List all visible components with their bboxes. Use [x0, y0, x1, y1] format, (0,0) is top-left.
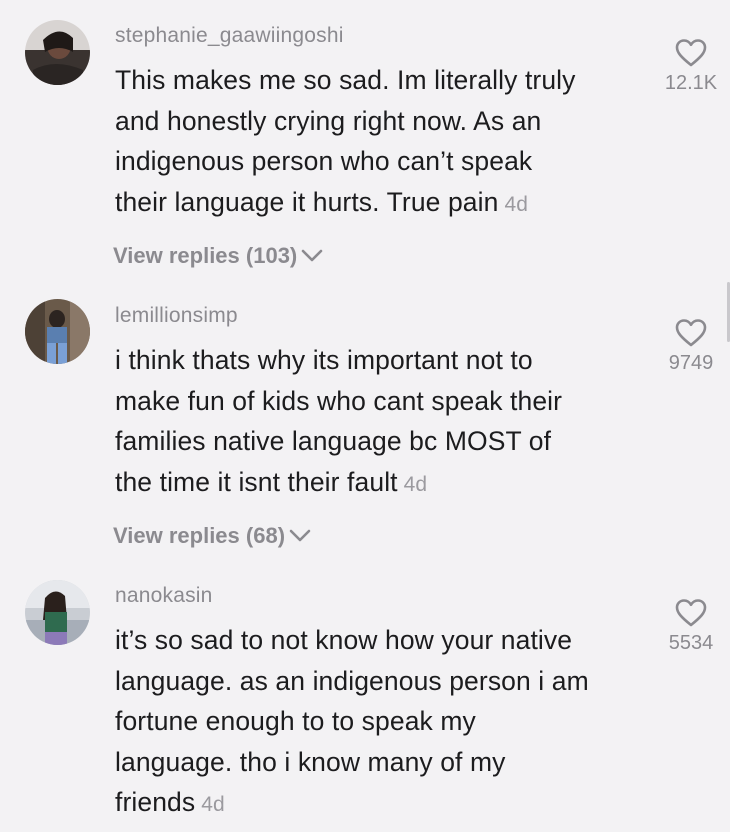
comment-line: This makes me so sad. Im literally truly [115, 65, 576, 95]
comment-timestamp: 4d [201, 793, 225, 816]
comment-line: i think thats why its important not to [115, 345, 533, 375]
view-replies-button[interactable]: View replies (68) [113, 523, 311, 549]
comment-line: make fun of kids who cant speak their [115, 385, 563, 416]
like-count: 5534 [668, 632, 714, 654]
comment-line: the time it isnt their fault 4d [115, 466, 428, 497]
avatar[interactable] [25, 580, 90, 645]
heart-outline-icon [675, 39, 707, 67]
chevron-down-icon [289, 529, 311, 542]
like-count: 12.1K [664, 72, 718, 94]
comment-line: fortune enough to to speak my [115, 706, 476, 736]
avatar[interactable] [25, 20, 90, 85]
comment-username[interactable]: nanokasin [115, 584, 213, 608]
comment-line: indigenous person who can’t speak [115, 146, 533, 176]
like-button[interactable]: 5534 [656, 598, 726, 655]
comment-timestamp: 4d [403, 472, 428, 496]
comment-username[interactable]: stephanie_gaawiingoshi [115, 24, 344, 48]
like-button[interactable]: 9749 [656, 318, 726, 375]
comment-line: families native language bc MOST of [115, 426, 552, 456]
view-replies-label: View replies (103) [113, 243, 298, 268]
like-button[interactable]: 12.1K [656, 38, 726, 95]
comment-text: i think thats why its important not to m… [115, 340, 645, 505]
view-replies-button[interactable]: View replies (103) [113, 243, 323, 269]
comment-text: This makes me so sad. Im literally truly… [115, 60, 645, 225]
comment-line: it’s so sad to not know how your native [115, 625, 573, 655]
view-replies-label: View replies (68) [113, 523, 286, 548]
comment-line: language. tho i know many of my [115, 746, 506, 777]
heart-outline-icon [675, 319, 707, 347]
heart-outline-icon [675, 599, 707, 627]
chevron-down-icon [301, 249, 323, 262]
like-count: 9749 [668, 352, 714, 374]
comment-line: language. as an indigenous person i am [115, 665, 589, 696]
comment-username[interactable]: lemillionsimp [115, 304, 238, 328]
avatar[interactable] [25, 299, 90, 364]
comment-text: it’s so sad to not know how your native … [115, 620, 645, 826]
comment-line: friends 4d [115, 787, 225, 817]
comment-line: and honestly crying right now. As an [115, 105, 542, 136]
comment-line: their language it hurts. True pain 4d [115, 186, 529, 217]
comment-timestamp: 4d [504, 192, 529, 216]
